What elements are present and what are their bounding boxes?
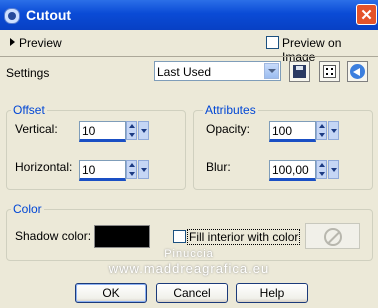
close-icon: ✕: [360, 7, 373, 24]
reset-icon: [350, 64, 365, 79]
blur-label: Blur:: [206, 160, 231, 174]
settings-label: Settings: [6, 66, 50, 80]
app-icon: [4, 8, 20, 24]
divider: [0, 56, 378, 57]
opacity-label: Opacity:: [206, 122, 251, 136]
spin-updown-icon[interactable]: [126, 121, 137, 140]
preset-value: Last Used: [157, 65, 212, 79]
chevron-down-icon[interactable]: [138, 160, 149, 179]
opacity-value: 100: [272, 124, 293, 138]
opacity-spinner[interactable]: 100: [269, 121, 339, 142]
fill-interior-label[interactable]: Fill interior with color: [187, 229, 301, 245]
title-bar[interactable]: Cutout ✕: [0, 0, 378, 30]
vertical-value: 10: [82, 124, 96, 138]
cutout-dialog: Cutout ✕ Preview Preview on Image Settin…: [0, 0, 378, 308]
spin-updown-icon[interactable]: [316, 121, 327, 140]
preset-select[interactable]: Last Used: [154, 61, 281, 81]
watermark-name: Pinuccia: [164, 248, 214, 260]
chevron-down-icon[interactable]: [328, 160, 339, 179]
chevron-down-icon[interactable]: [264, 63, 279, 79]
preview-toggle[interactable]: Preview: [19, 36, 62, 50]
vertical-spinner[interactable]: 10: [79, 121, 149, 142]
save-preset-button[interactable]: [289, 61, 310, 82]
blur-spinner[interactable]: 100,00: [269, 160, 339, 181]
randomize-button[interactable]: [319, 61, 340, 82]
horizontal-input[interactable]: 10: [79, 160, 126, 181]
chevron-down-icon[interactable]: [328, 121, 339, 140]
watermark-url: www.maddreagrafica.eu: [108, 261, 270, 276]
attributes-legend: Attributes: [203, 103, 258, 117]
horizontal-spinner[interactable]: 10: [79, 160, 149, 181]
save-icon: [293, 65, 306, 78]
offset-legend: Offset: [11, 103, 47, 117]
blur-input[interactable]: 100,00: [269, 160, 316, 181]
spin-updown-icon[interactable]: [316, 160, 327, 179]
fill-interior-checkbox[interactable]: [173, 230, 186, 243]
horizontal-value: 10: [82, 163, 96, 177]
shadow-color-swatch[interactable]: [94, 225, 150, 248]
dice-icon: [323, 65, 336, 78]
reset-button[interactable]: [347, 61, 368, 82]
preview-on-image-label[interactable]: Preview on Image: [282, 36, 378, 64]
blur-value: 100,00: [272, 163, 309, 177]
horizontal-label: Horizontal:: [15, 160, 73, 174]
expand-arrow-icon[interactable]: [10, 38, 15, 46]
opacity-input[interactable]: 100: [269, 121, 316, 142]
shadow-color-label: Shadow color:: [15, 229, 92, 243]
cancel-button[interactable]: Cancel: [156, 283, 228, 303]
help-button[interactable]: Help: [236, 283, 308, 303]
fill-color-swatch: [305, 223, 360, 249]
spin-updown-icon[interactable]: [126, 160, 137, 179]
preview-on-image-checkbox[interactable]: [266, 36, 279, 49]
ok-button[interactable]: OK: [75, 283, 147, 303]
no-color-icon: [324, 228, 342, 246]
color-legend: Color: [11, 202, 44, 216]
chevron-down-icon[interactable]: [138, 121, 149, 140]
window-title: Cutout: [26, 7, 72, 23]
close-button[interactable]: ✕: [356, 4, 377, 25]
vertical-label: Vertical:: [15, 122, 58, 136]
vertical-input[interactable]: 10: [79, 121, 126, 142]
